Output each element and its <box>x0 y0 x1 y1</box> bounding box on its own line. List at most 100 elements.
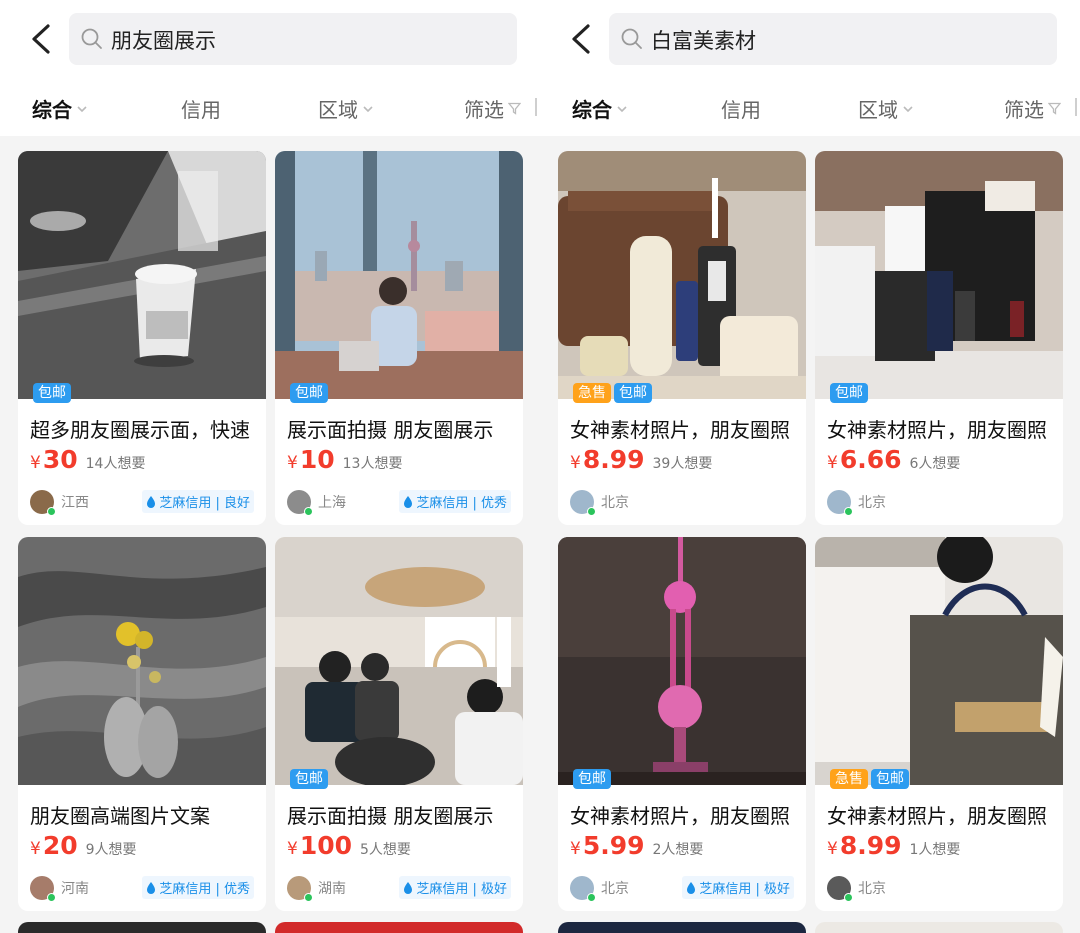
price: 20 <box>42 831 78 860</box>
back-arrow-icon[interactable] <box>26 22 56 56</box>
seller-location: 江西 <box>61 495 89 511</box>
filter-tab[interactable]: 筛选 <box>464 94 521 123</box>
region-tab[interactable]: 区域 <box>858 94 914 123</box>
wants-count: 1人想要 <box>909 842 961 858</box>
price: 5.99 <box>582 831 645 860</box>
credit-tab[interactable]: 信用 <box>721 94 761 123</box>
online-dot <box>587 893 596 902</box>
product-card[interactable]: 急售 包邮 女神素材照片，朋友圈照 ¥8.99 1人想要 北京 <box>815 537 1063 911</box>
price-row: ¥100 5人想要 <box>287 831 411 860</box>
filter-tab[interactable]: 筛选 <box>1004 94 1061 123</box>
product-card-partial[interactable] <box>558 922 806 933</box>
search-bar[interactable]: 朋友圈展示 <box>69 13 517 65</box>
search-query: 白富美素材 <box>651 29 756 53</box>
seller-avatar[interactable] <box>287 490 313 516</box>
sort-comprehensive-tab[interactable]: 综合 <box>32 94 88 123</box>
region-tab[interactable]: 区域 <box>318 94 374 123</box>
funnel-icon <box>508 102 521 115</box>
seller-location: 北京 <box>601 495 629 511</box>
price-row: ¥6.66 6人想要 <box>827 445 960 474</box>
price-row: ¥30 14人想要 <box>30 445 145 474</box>
credit-badge: 芝麻信用 | 优秀 <box>142 876 254 899</box>
search-results-panel-left: 朋友圈展示 综合 信用 区域 筛选 包邮 超多朋友圈展示面，快速 ¥ 30 14… <box>0 0 540 933</box>
search-bar[interactable]: 白富美素材 <box>609 13 1057 65</box>
seller-avatar[interactable] <box>30 876 56 902</box>
product-photo <box>815 537 1063 785</box>
search-results-panel-right: 白富美素材 综合 信用 区域 筛选 急售 包邮 女神素材照片，朋友圈照 ¥ 8.… <box>540 0 1080 933</box>
product-title: 女神素材照片，朋友圈照 <box>827 804 1047 828</box>
product-title: 超多朋友圈展示面，快速 <box>30 418 250 442</box>
back-arrow-icon[interactable] <box>566 22 596 56</box>
seller-avatar[interactable] <box>30 490 56 516</box>
product-photo <box>275 151 523 399</box>
product-card[interactable]: 包邮 展示面拍摄 朋友圈展示 ¥100 5人想要 湖南 芝麻信用 | 极好 <box>275 537 523 911</box>
product-card[interactable]: 包邮 女神素材照片，朋友圈照 ¥6.66 6人想要 北京 <box>815 151 1063 525</box>
wants-count: 9人想要 <box>85 842 137 858</box>
currency-symbol: ¥ <box>30 453 41 473</box>
currency-symbol: ¥ <box>570 839 581 859</box>
credit-badge: 芝麻信用 | 优秀 <box>399 490 511 513</box>
price-row: ¥5.99 2人想要 <box>570 831 703 860</box>
free-shipping-tag: 包邮 <box>871 769 909 789</box>
currency-symbol: ¥ <box>827 839 838 859</box>
sesame-drop-icon <box>687 882 696 894</box>
product-photo <box>558 151 806 399</box>
product-title: 朋友圈高端图片文案 <box>30 804 210 828</box>
free-shipping-tag: 包邮 <box>290 383 328 403</box>
seller-avatar[interactable] <box>287 876 313 902</box>
seller-avatar[interactable] <box>827 490 853 516</box>
price: 6.66 <box>839 445 902 474</box>
search-header: 朋友圈展示 综合 信用 区域 筛选 <box>0 0 540 136</box>
wants-count: 14人想要 <box>85 456 146 472</box>
sesame-drop-icon <box>147 882 156 894</box>
sesame-drop-icon <box>147 496 156 508</box>
free-shipping-tag: 包邮 <box>573 769 611 789</box>
chevron-down-icon <box>363 105 373 112</box>
price-row: ¥8.99 1人想要 <box>827 831 960 860</box>
tag-list: 包邮 <box>573 769 611 789</box>
sesame-drop-icon <box>404 496 413 508</box>
seller-location: 北京 <box>601 881 629 897</box>
currency-symbol: ¥ <box>287 453 298 473</box>
tag-list: 包邮 <box>830 383 868 403</box>
product-card[interactable]: 朋友圈高端图片文案 ¥20 9人想要 河南 芝麻信用 | 优秀 <box>18 537 266 911</box>
free-shipping-tag: 包邮 <box>33 383 71 403</box>
product-title: 展示面拍摄 朋友圈展示 <box>287 418 494 442</box>
sort-comprehensive-tab[interactable]: 综合 <box>572 94 628 123</box>
credit-tab[interactable]: 信用 <box>181 94 221 123</box>
credit-badge: 芝麻信用 | 极好 <box>682 876 794 899</box>
price-row: ¥20 9人想要 <box>30 831 137 860</box>
funnel-icon <box>1048 102 1061 115</box>
tag-list: 包邮 <box>33 383 71 403</box>
seller-location: 上海 <box>318 495 346 511</box>
product-card-partial[interactable] <box>275 922 523 933</box>
product-card-partial[interactable] <box>815 922 1063 933</box>
price-row: ¥8.99 39人想要 <box>570 445 712 474</box>
wants-count: 6人想要 <box>909 456 961 472</box>
credit-text: 芝麻信用 | 极好 <box>416 882 507 897</box>
product-photo <box>815 151 1063 399</box>
divider <box>535 98 537 116</box>
product-card-partial[interactable] <box>18 922 266 933</box>
price: 100 <box>299 831 353 860</box>
urgent-sale-tag: 急售 <box>573 383 611 403</box>
seller-avatar[interactable] <box>827 876 853 902</box>
seller-location: 河南 <box>61 881 89 897</box>
tag-list: 急售 包邮 <box>830 769 909 789</box>
credit-label: 信用 <box>181 98 221 122</box>
wants-count: 2人想要 <box>652 842 704 858</box>
currency-symbol: ¥ <box>570 453 581 473</box>
online-dot <box>587 507 596 516</box>
wants-count: 39人想要 <box>652 456 713 472</box>
product-card[interactable]: 包邮 女神素材照片，朋友圈照 ¥5.99 2人想要 北京 芝麻信用 | 极好 <box>558 537 806 911</box>
product-card[interactable]: 急售 包邮 女神素材照片，朋友圈照 ¥8.99 39人想要 北京 <box>558 151 806 525</box>
seller-avatar[interactable] <box>570 876 596 902</box>
product-card[interactable]: 包邮 超多朋友圈展示面，快速 ¥30 14人想要 江西 芝麻信用 | 良好 <box>18 151 266 525</box>
sort-label: 综合 <box>572 98 612 122</box>
region-label: 区域 <box>858 98 898 122</box>
credit-text: 芝麻信用 | 优秀 <box>416 496 507 511</box>
product-card[interactable]: 包邮 展示面拍摄 朋友圈展示 ¥10 13人想要 上海 芝麻信用 | 优秀 <box>275 151 523 525</box>
product-title: 女神素材照片，朋友圈照 <box>570 804 790 828</box>
seller-avatar[interactable] <box>570 490 596 516</box>
credit-badge: 芝麻信用 | 极好 <box>399 876 511 899</box>
